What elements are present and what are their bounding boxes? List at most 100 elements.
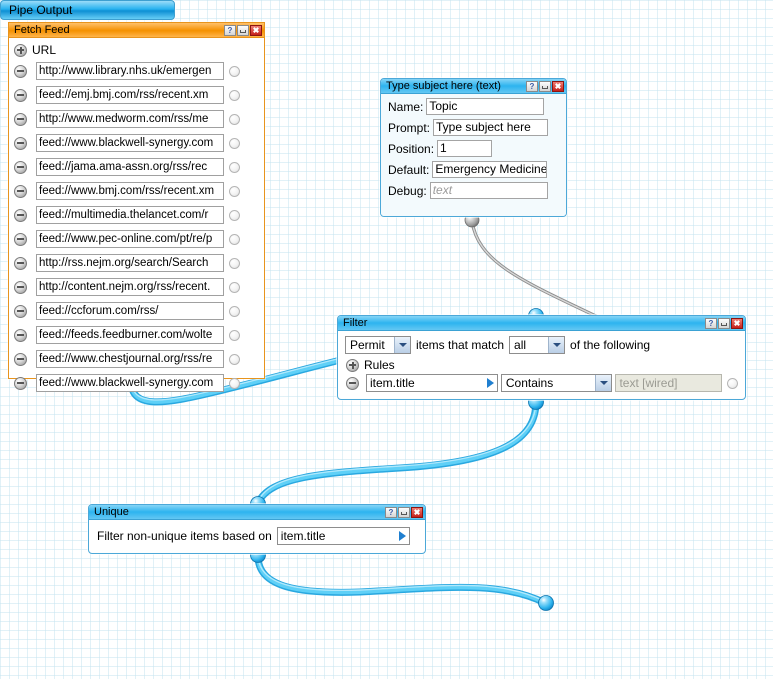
rule-operator-dropdown[interactable]: Contains <box>500 374 613 392</box>
remove-url-icon[interactable] <box>14 256 27 270</box>
close-icon[interactable] <box>250 24 262 36</box>
url-port[interactable] <box>229 137 240 149</box>
url-port[interactable] <box>229 353 240 365</box>
chevron-down-icon[interactable] <box>548 337 565 353</box>
chevron-down-icon[interactable] <box>595 375 612 391</box>
url-input[interactable]: feed://www.blackwell-synergy.com <box>36 374 224 392</box>
filter-title: Filter <box>343 316 368 329</box>
module-text-input[interactable]: Type subject here (text) ? Name: Topic P… <box>380 78 567 217</box>
module-fetch-feed[interactable]: Fetch Feed ? URL http://www.library.nhs.… <box>8 22 265 392</box>
filter-titlebar[interactable]: Filter ? <box>338 316 745 331</box>
minimize-icon[interactable] <box>718 317 730 329</box>
debug-field[interactable]: text <box>429 182 548 199</box>
remove-url-icon[interactable] <box>14 352 27 366</box>
module-unique[interactable]: Unique ? Filter non-unique items based o… <box>88 504 426 554</box>
rule-field-input[interactable]: item.title <box>366 374 498 392</box>
url-input[interactable]: feed://jama.ama-assn.org/rss/rec <box>36 158 224 176</box>
minimize-icon[interactable] <box>539 80 551 92</box>
fetch-feed-titlebar[interactable]: Fetch Feed ? <box>9 23 264 38</box>
url-port[interactable] <box>229 161 240 173</box>
chevron-down-icon[interactable] <box>394 337 410 353</box>
url-input[interactable]: feed://emj.bmj.com/rss/recent.xm <box>36 86 224 104</box>
url-input[interactable]: http://content.nejm.org/rss/recent. <box>36 278 224 296</box>
unique-titlebar[interactable]: Unique ? <box>89 505 425 520</box>
remove-url-icon[interactable] <box>14 88 27 102</box>
url-port[interactable] <box>229 65 240 77</box>
url-input[interactable]: http://www.library.nhs.uk/emergen <box>36 62 224 80</box>
minimize-icon[interactable] <box>237 24 249 36</box>
url-port[interactable] <box>229 185 240 197</box>
url-port[interactable] <box>229 257 240 269</box>
url-port[interactable] <box>229 113 240 125</box>
url-port[interactable] <box>229 209 240 221</box>
url-port[interactable] <box>229 329 240 341</box>
help-icon[interactable]: ? <box>705 317 717 329</box>
add-url-icon[interactable] <box>14 43 27 57</box>
filter-tail-text: of the following <box>570 338 651 352</box>
position-label: Position: <box>388 141 435 156</box>
url-input[interactable]: feed://multimedia.thelancet.com/r <box>36 206 224 224</box>
unique-field-input[interactable]: item.title <box>276 527 410 545</box>
rule-field-value: item.title <box>370 376 415 390</box>
url-row: http://www.library.nhs.uk/emergen <box>9 59 264 83</box>
field-picker-icon[interactable] <box>484 375 497 391</box>
port-pipeoutput-input[interactable] <box>538 595 554 611</box>
url-port[interactable] <box>229 305 240 317</box>
unique-body: Filter non-unique items based on item.ti… <box>89 520 425 552</box>
help-icon[interactable]: ? <box>224 24 236 36</box>
url-row: http://www.medworm.com/rss/me <box>9 107 264 131</box>
remove-url-icon[interactable] <box>14 160 27 174</box>
remove-url-icon[interactable] <box>14 208 27 222</box>
url-section-header: URL <box>9 42 264 59</box>
remove-url-icon[interactable] <box>14 232 27 246</box>
close-icon[interactable] <box>731 317 743 329</box>
rule-value-input[interactable]: text [wired] <box>615 374 722 392</box>
remove-url-icon[interactable] <box>14 112 27 126</box>
minimize-icon[interactable] <box>398 506 410 518</box>
add-rule-icon[interactable] <box>346 358 359 372</box>
close-icon[interactable] <box>411 506 423 518</box>
text-input-window-buttons[interactable]: ? <box>526 80 564 92</box>
permit-dropdown[interactable]: Permit <box>345 336 411 354</box>
url-input[interactable]: http://www.medworm.com/rss/me <box>36 110 224 128</box>
url-input[interactable]: feed://www.bmj.com/rss/recent.xm <box>36 182 224 200</box>
prompt-field[interactable]: Type subject here <box>433 119 549 136</box>
remove-url-icon[interactable] <box>14 328 27 342</box>
help-icon[interactable]: ? <box>385 506 397 518</box>
remove-url-icon[interactable] <box>14 280 27 294</box>
remove-rule-icon[interactable] <box>346 376 359 390</box>
url-port[interactable] <box>229 281 240 293</box>
remove-url-icon[interactable] <box>14 64 27 78</box>
permit-value: Permit <box>350 338 385 352</box>
position-field[interactable]: 1 <box>437 140 493 157</box>
remove-url-icon[interactable] <box>14 376 27 390</box>
remove-url-icon[interactable] <box>14 184 27 198</box>
url-input[interactable]: http://rss.nejm.org/search/Search <box>36 254 224 272</box>
remove-url-icon[interactable] <box>14 304 27 318</box>
match-dropdown[interactable]: all <box>509 336 566 354</box>
url-list: http://www.library.nhs.uk/emergen feed://… <box>9 59 264 395</box>
module-pipe-output[interactable]: Pipe Output <box>0 0 175 20</box>
rule-value-port[interactable] <box>727 377 738 389</box>
url-port[interactable] <box>229 233 240 245</box>
fetch-feed-window-buttons[interactable]: ? <box>224 24 262 36</box>
name-field[interactable]: Topic <box>426 98 545 115</box>
url-port[interactable] <box>229 89 240 101</box>
url-port[interactable] <box>229 377 240 389</box>
url-input[interactable]: feed://feeds.feedburner.com/wolte <box>36 326 224 344</box>
default-field[interactable]: Emergency Medicine <box>432 161 548 178</box>
module-filter[interactable]: Filter ? Permit items that match all of … <box>337 315 746 400</box>
url-input[interactable]: feed://www.chestjournal.org/rss/re <box>36 350 224 368</box>
unique-window-buttons[interactable]: ? <box>385 506 423 518</box>
url-input[interactable]: feed://www.pec-online.com/pt/re/p <box>36 230 224 248</box>
url-input[interactable]: feed://ccforum.com/rss/ <box>36 302 224 320</box>
pipes-canvas[interactable]: Fetch Feed ? URL http://www.library.nhs.… <box>0 0 773 679</box>
filter-window-buttons[interactable]: ? <box>705 317 743 329</box>
field-picker-icon[interactable] <box>396 528 409 544</box>
url-input[interactable]: feed://www.blackwell-synergy.com <box>36 134 224 152</box>
remove-url-icon[interactable] <box>14 136 27 150</box>
help-icon[interactable]: ? <box>526 80 538 92</box>
fetch-feed-body: URL http://www.library.nhs.uk/emergen fee… <box>9 38 264 395</box>
close-icon[interactable] <box>552 80 564 92</box>
text-input-titlebar[interactable]: Type subject here (text) ? <box>381 79 566 94</box>
